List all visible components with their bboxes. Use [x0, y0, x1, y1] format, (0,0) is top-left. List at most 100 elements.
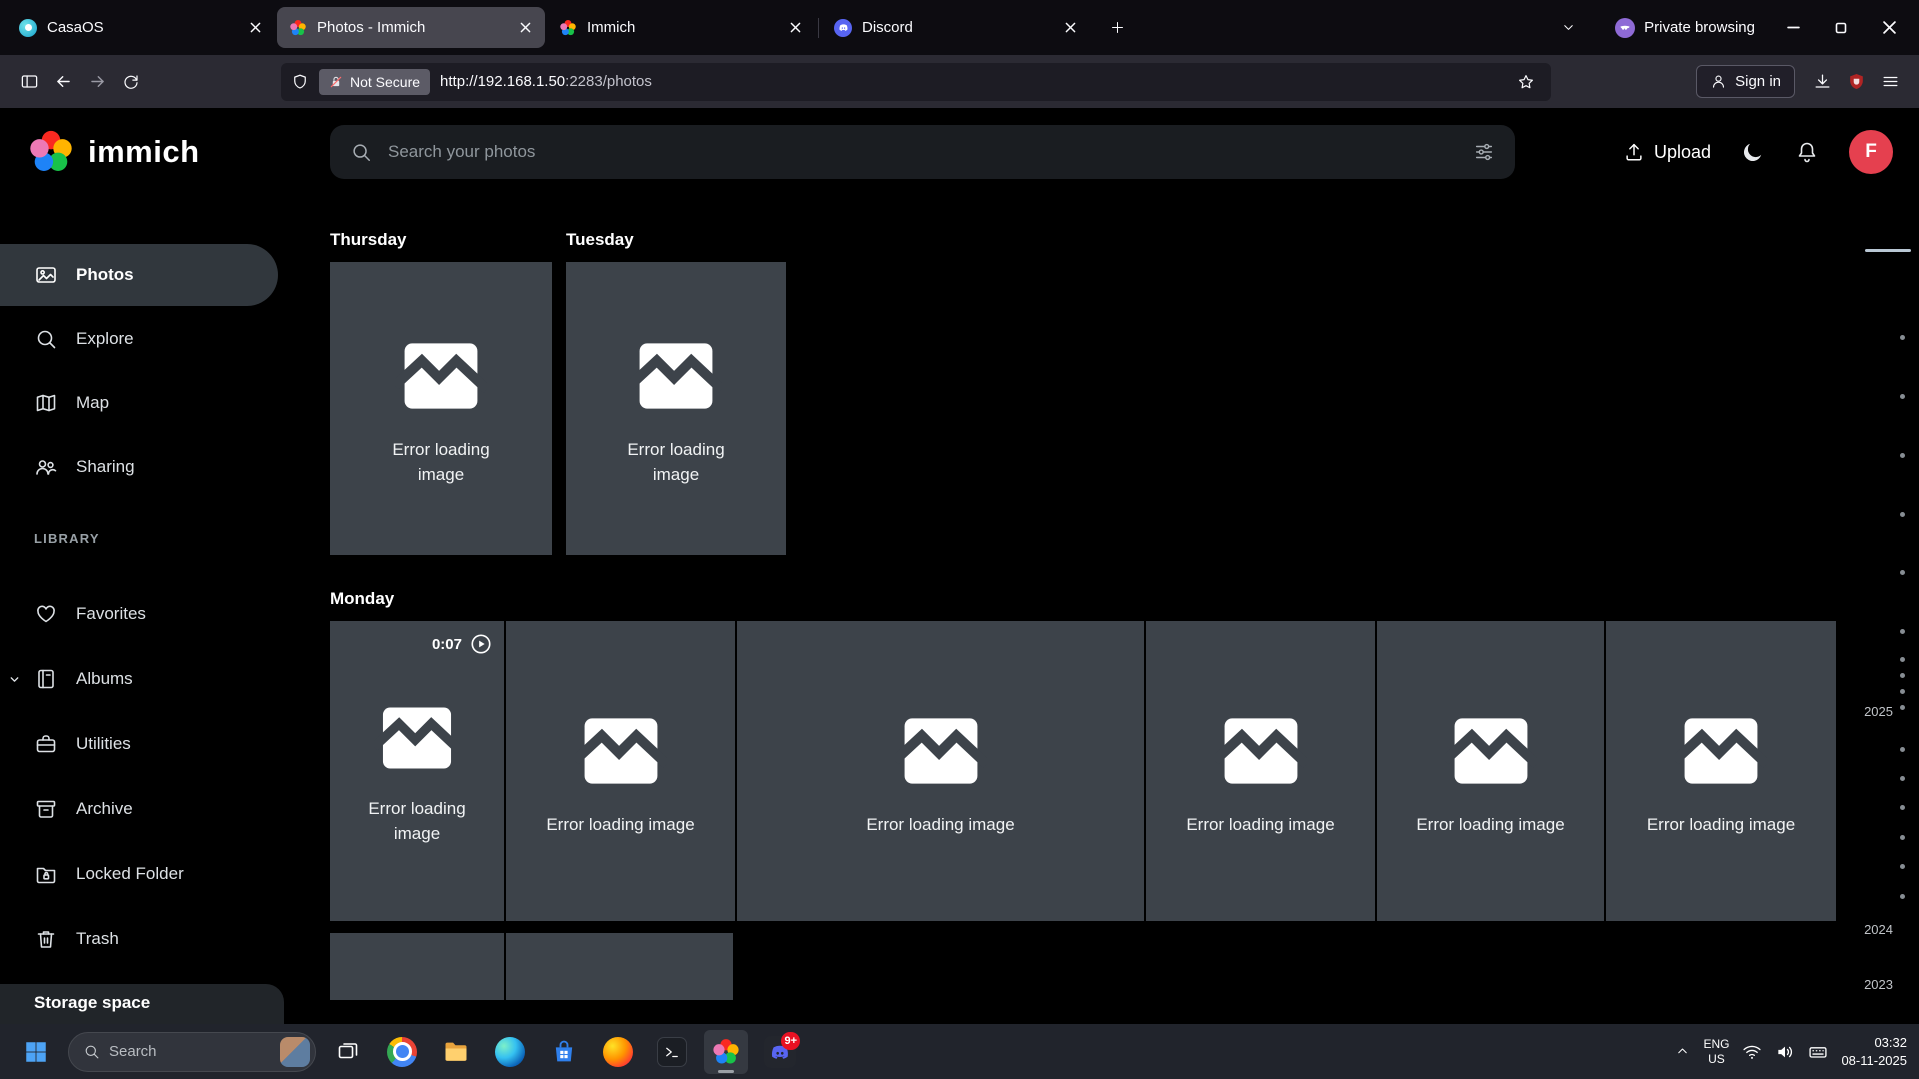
- immich-logo[interactable]: immich: [28, 129, 290, 175]
- private-browsing-badge: Private browsing: [1615, 17, 1755, 38]
- url-text: http://192.168.1.50:2283/photos: [440, 73, 652, 90]
- user-avatar[interactable]: F: [1849, 130, 1893, 174]
- volume-icon[interactable]: [1775, 1042, 1795, 1062]
- scrubber-year: 2025: [1864, 704, 1893, 719]
- close-button[interactable]: [1865, 0, 1913, 55]
- terminal-icon[interactable]: [650, 1030, 694, 1074]
- menu-icon[interactable]: [1873, 65, 1907, 99]
- microsoft-store-icon[interactable]: [542, 1030, 586, 1074]
- photo-tile-partial[interactable]: [506, 933, 733, 1000]
- tab-close-icon[interactable]: [243, 16, 267, 40]
- taskbar-search[interactable]: [68, 1031, 316, 1072]
- search-icon: [350, 141, 372, 163]
- chrome-icon[interactable]: [380, 1030, 424, 1074]
- new-tab-button[interactable]: [1099, 10, 1135, 46]
- back-icon[interactable]: [46, 65, 80, 99]
- account-icon: [1710, 73, 1727, 90]
- firefox-icon[interactable]: [596, 1030, 640, 1074]
- address-bar[interactable]: Not Secure http://192.168.1.50:2283/phot…: [281, 62, 1552, 101]
- play-circle-icon[interactable]: [470, 633, 492, 655]
- chevron-down-icon[interactable]: [8, 673, 21, 686]
- tab-close-icon[interactable]: [1058, 16, 1082, 40]
- storage-space-card[interactable]: Storage space: [0, 984, 284, 1024]
- sidebar-item-albums[interactable]: Albums: [0, 648, 278, 710]
- tab-title: Discord: [862, 19, 913, 36]
- reload-icon[interactable]: [114, 65, 148, 99]
- tab-close-icon[interactable]: [513, 16, 537, 40]
- photo-tile[interactable]: Error loading image: [566, 262, 786, 555]
- search-highlight-thumbnail[interactable]: [280, 1036, 310, 1067]
- video-tile[interactable]: 0:07 Error loading image: [330, 621, 504, 921]
- sidebar-item-locked-folder[interactable]: Locked Folder: [0, 843, 278, 905]
- photo-tile[interactable]: Error loading image: [506, 621, 735, 921]
- scrubber-position-marker[interactable]: [1865, 249, 1911, 252]
- tray-chevron-icon[interactable]: [1675, 1044, 1690, 1059]
- heart-icon: [34, 602, 58, 626]
- search-input[interactable]: [388, 142, 1457, 162]
- minimize-button[interactable]: [1769, 0, 1817, 55]
- taskbar-search-input[interactable]: [109, 1043, 271, 1060]
- shield-icon[interactable]: [291, 73, 309, 91]
- sidebar-item-trash[interactable]: Trash: [0, 908, 278, 970]
- sidebar-label: Favorites: [76, 604, 146, 623]
- tab-casaos[interactable]: CasaOS: [7, 7, 275, 48]
- photo-tile[interactable]: Error loading image: [1146, 621, 1375, 921]
- downloads-icon[interactable]: [1805, 65, 1839, 99]
- photo-search-bar[interactable]: [330, 125, 1515, 179]
- system-tray: ENG US 03:32 08-11-2025: [1675, 1034, 1907, 1069]
- sidebar-item-explore[interactable]: Explore: [0, 308, 278, 370]
- photo-tile[interactable]: Error loading image: [330, 262, 552, 555]
- start-button[interactable]: [14, 1030, 58, 1074]
- immich-header: immich Upload F: [0, 108, 1919, 196]
- photos-icon: [34, 263, 58, 287]
- tab-list-chevron-icon[interactable]: [1551, 11, 1585, 45]
- storage-space-label: Storage space: [34, 993, 151, 1012]
- photo-tile[interactable]: Error loading image: [1606, 621, 1836, 921]
- sidebar-toggle-icon[interactable]: [12, 65, 46, 99]
- language-line1: ENG: [1703, 1036, 1730, 1051]
- upload-button[interactable]: Upload: [1623, 141, 1711, 163]
- photo-tile[interactable]: Error loading image: [737, 621, 1144, 921]
- bookmark-star-icon[interactable]: [1509, 65, 1543, 99]
- file-explorer-icon[interactable]: [434, 1030, 478, 1074]
- language-line2: US: [1708, 1051, 1725, 1066]
- insecure-lock-icon: [329, 75, 343, 89]
- sidebar-item-favorites[interactable]: Favorites: [0, 583, 278, 645]
- sign-in-button[interactable]: Sign in: [1696, 65, 1795, 98]
- immich-icon[interactable]: [704, 1029, 748, 1074]
- touch-keyboard-icon[interactable]: [1808, 1042, 1828, 1062]
- sidebar: Photos Explore Map Sharing LIBRARY Favor…: [0, 196, 290, 1024]
- tab-close-icon[interactable]: [783, 16, 807, 40]
- tab-immich[interactable]: Immich: [547, 7, 815, 48]
- theme-moon-icon[interactable]: [1741, 140, 1765, 164]
- forward-icon[interactable]: [80, 65, 114, 99]
- immich-favicon: [289, 19, 307, 37]
- task-view-icon[interactable]: [326, 1030, 370, 1074]
- photo-tile[interactable]: Error loading image: [1377, 621, 1604, 921]
- sidebar-item-utilities[interactable]: Utilities: [0, 713, 278, 775]
- clock[interactable]: 03:32 08-11-2025: [1841, 1034, 1907, 1069]
- discord-favicon: [834, 18, 852, 37]
- day-title: Tuesday: [566, 230, 634, 249]
- sidebar-item-sharing[interactable]: Sharing: [0, 436, 278, 498]
- sidebar-item-map[interactable]: Map: [0, 372, 278, 434]
- tab-title: Photos - Immich: [317, 19, 426, 36]
- language-indicator[interactable]: ENG US: [1703, 1037, 1729, 1067]
- not-secure-chip[interactable]: Not Secure: [319, 68, 431, 95]
- search-filters-icon[interactable]: [1473, 141, 1495, 163]
- notifications-bell-icon[interactable]: [1795, 140, 1819, 164]
- timeline-scrubber[interactable]: 2025 2024 2023: [1847, 196, 1919, 1024]
- discord-icon[interactable]: 9+: [758, 1030, 802, 1074]
- day-group-monday: Monday 0:07 Error loading image Error lo…: [330, 589, 1919, 921]
- sidebar-item-archive[interactable]: Archive: [0, 778, 278, 840]
- private-browsing-label: Private browsing: [1644, 19, 1755, 36]
- edge-icon[interactable]: [488, 1030, 532, 1074]
- ublock-icon[interactable]: [1839, 65, 1873, 99]
- tab-discord[interactable]: Discord: [822, 7, 1090, 48]
- trash-icon: [34, 927, 58, 951]
- wifi-icon[interactable]: [1742, 1042, 1762, 1062]
- photo-tile-partial[interactable]: [330, 933, 504, 1000]
- tab-photos-immich[interactable]: Photos - Immich: [277, 7, 545, 48]
- sidebar-item-photos[interactable]: Photos: [0, 244, 278, 306]
- maximize-button[interactable]: [1817, 0, 1865, 55]
